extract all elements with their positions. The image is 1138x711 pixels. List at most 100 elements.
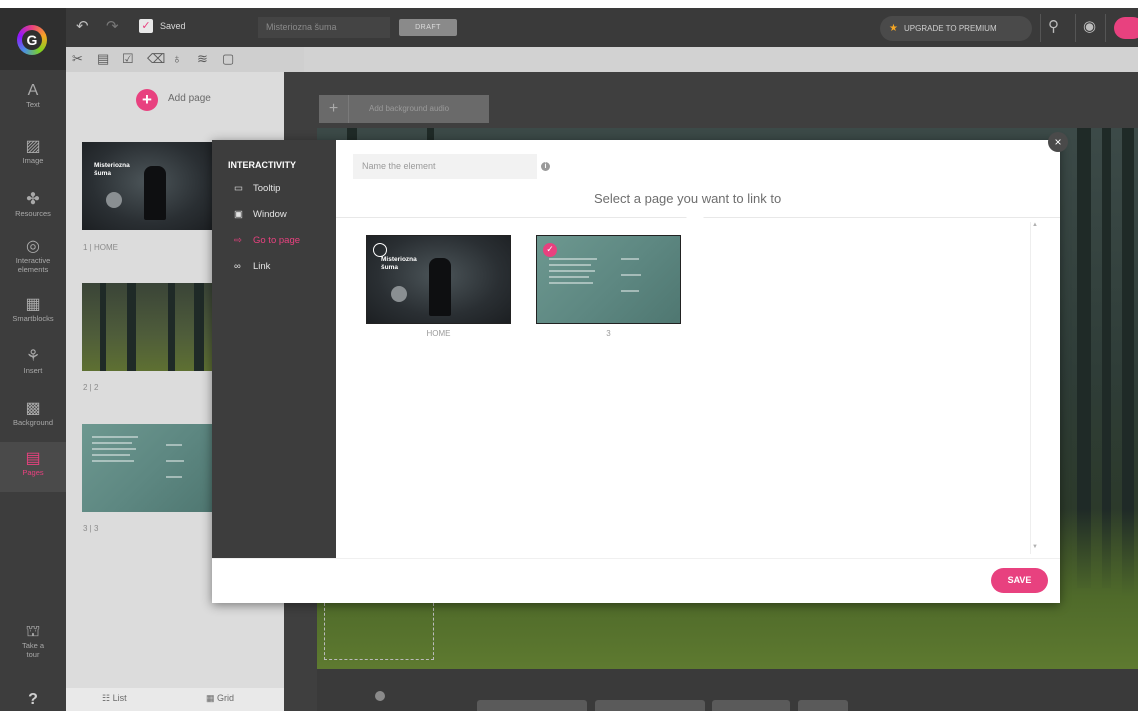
text-line bbox=[92, 436, 138, 438]
hooded-figure bbox=[144, 166, 166, 220]
text-line bbox=[549, 276, 589, 278]
page-navigator[interactable] bbox=[712, 700, 790, 711]
page-thumbnail-2[interactable] bbox=[82, 283, 214, 371]
add-page-icon[interactable]: + bbox=[136, 89, 158, 111]
layers-icon[interactable]: ≋ bbox=[197, 52, 208, 65]
share-user-icon[interactable]: ⚲ bbox=[1048, 19, 1059, 34]
text-line bbox=[549, 270, 595, 272]
menu-item-label: Tooltip bbox=[253, 183, 281, 194]
insert-icon: ⚘ bbox=[25, 348, 41, 365]
menu-item-link[interactable]: ∞ Link bbox=[234, 261, 270, 272]
preview-eye-icon[interactable]: ◉ bbox=[1083, 19, 1096, 34]
add-page-button[interactable]: Add page bbox=[168, 93, 211, 104]
sidebar-item-pages[interactable]: ▤ Pages bbox=[0, 442, 66, 492]
sidebar-item-label: Take a tour bbox=[21, 641, 45, 659]
layout-toggle[interactable] bbox=[798, 700, 848, 711]
help-icon: ? bbox=[28, 691, 38, 708]
scroll-down-icon[interactable]: ▼ bbox=[1032, 544, 1038, 550]
zoom-control[interactable] bbox=[477, 700, 587, 711]
menu-item-label: Link bbox=[253, 261, 271, 272]
sidebar-item-label: Image bbox=[22, 156, 44, 165]
divider bbox=[1105, 14, 1106, 42]
sidebar-item-label: Insert bbox=[23, 366, 43, 375]
left-sidebar: A Text ▨ Image ✤ Resources ◎ Interactive… bbox=[0, 70, 66, 711]
link-icon: ∞ bbox=[234, 261, 241, 272]
help-button[interactable]: ? bbox=[0, 685, 66, 711]
menu-item-label: Go to page bbox=[253, 235, 301, 246]
timeline-handle[interactable] bbox=[375, 691, 385, 701]
tree bbox=[168, 283, 175, 371]
project-title-input[interactable]: Misteriozna šuma bbox=[258, 17, 390, 38]
close-icon[interactable]: × bbox=[1048, 132, 1068, 152]
menu-item-tooltip[interactable]: ▭ Tooltip bbox=[234, 183, 280, 194]
redo-icon[interactable]: ↷ bbox=[106, 19, 119, 34]
menu-item-label: Window bbox=[253, 209, 287, 220]
page-thumbnail-home[interactable]: Misteriozna šuma bbox=[82, 142, 214, 230]
selected-element-box[interactable] bbox=[324, 598, 434, 660]
publish-button[interactable] bbox=[1114, 17, 1138, 39]
sidebar-item-take-tour[interactable]: ⛫ Take a tour bbox=[0, 615, 66, 663]
window-icon: ▣ bbox=[234, 209, 243, 220]
scroll-up-icon[interactable]: ▲ bbox=[1032, 222, 1038, 228]
upgrade-premium-button[interactable]: ★ UPGRADE TO PREMIUM bbox=[880, 16, 1032, 41]
sidebar-item-insert[interactable]: ⚘ Insert bbox=[0, 340, 66, 388]
sidebar-item-label: Smartblocks bbox=[12, 314, 54, 323]
sidebar-item-smartblocks[interactable]: ▦ Smartblocks bbox=[0, 288, 66, 336]
divider bbox=[1040, 14, 1041, 42]
top-toolbar: ↶ ↷ ✓ Saved Misteriozna šuma DRAFT ★ UPG… bbox=[0, 8, 1138, 47]
add-background-audio-button[interactable]: + Add background audio bbox=[319, 95, 489, 123]
cut-icon[interactable]: ✂ bbox=[72, 52, 83, 65]
undo-icon[interactable]: ↶ bbox=[76, 19, 89, 34]
page-thumbnail-title: Misteriozna šuma bbox=[94, 162, 130, 177]
upgrade-premium-label: UPGRADE TO PREMIUM bbox=[904, 24, 997, 33]
hooded-figure bbox=[429, 258, 451, 316]
element-name-input[interactable]: Name the element bbox=[353, 154, 537, 179]
save-button[interactable]: SAVE bbox=[991, 568, 1048, 593]
link-target-label: HOME bbox=[426, 329, 451, 338]
grid-view-label: Grid bbox=[217, 693, 235, 703]
copy-icon[interactable]: ▤ bbox=[97, 52, 109, 65]
page-thumbnail-3[interactable] bbox=[82, 424, 214, 512]
resources-icon: ✤ bbox=[26, 191, 40, 208]
app-logo[interactable]: G bbox=[0, 8, 66, 70]
link-target-page-3[interactable]: ✓ bbox=[536, 235, 681, 324]
interactive-icon: ◎ bbox=[26, 238, 40, 255]
menu-item-window[interactable]: ▣ Window bbox=[234, 209, 287, 220]
sidebar-item-label: Interactive elements bbox=[15, 256, 51, 274]
modal-scrollbar[interactable]: ▲ ▼ bbox=[1030, 222, 1040, 554]
interactivity-menu: INTERACTIVITY ▭ Tooltip ▣ Window ⇨ Go to pa… bbox=[212, 140, 336, 558]
status-badge[interactable]: DRAFT bbox=[399, 19, 457, 36]
sidebar-item-resources[interactable]: ✤ Resources bbox=[0, 183, 66, 231]
radio-selected-icon[interactable]: ✓ bbox=[543, 243, 557, 257]
divider bbox=[1075, 14, 1076, 42]
page-thumbnail-title: Misteriozna šuma bbox=[381, 256, 417, 271]
sidebar-item-interactive-elements[interactable]: ◎ Interactive elements bbox=[0, 230, 66, 282]
duplicate-icon[interactable]: ♁ bbox=[172, 52, 182, 65]
info-icon[interactable]: i bbox=[541, 162, 550, 171]
radio-unselected-icon[interactable] bbox=[373, 243, 387, 257]
view-control[interactable] bbox=[595, 700, 705, 711]
sidebar-item-image[interactable]: ▨ Image bbox=[0, 130, 66, 178]
saved-status: Saved bbox=[160, 21, 186, 31]
divider bbox=[212, 558, 1060, 559]
link-target-label: 3 bbox=[606, 329, 611, 338]
list-view-button[interactable]: ☷ List bbox=[102, 693, 127, 704]
grid-view-button[interactable]: ▦ Grid bbox=[206, 693, 234, 704]
text-line bbox=[549, 258, 597, 260]
plus-icon: + bbox=[319, 95, 349, 123]
edit-toolbar-background bbox=[304, 47, 1138, 72]
tree bbox=[100, 283, 106, 371]
tooltip-icon: ▭ bbox=[234, 183, 243, 194]
link-target-home[interactable]: Misteriozna šuma bbox=[366, 235, 511, 324]
menu-item-go-to-page[interactable]: ⇨ Go to page bbox=[234, 235, 300, 246]
sidebar-item-background[interactable]: ▩ Background bbox=[0, 392, 66, 440]
text-line bbox=[92, 460, 134, 462]
page-icon[interactable]: ▢ bbox=[222, 52, 234, 65]
text-line bbox=[92, 448, 136, 450]
text-line bbox=[549, 282, 593, 284]
delete-icon[interactable]: ⌫ bbox=[147, 52, 165, 65]
logo-letter: G bbox=[22, 30, 42, 50]
sidebar-item-text[interactable]: A Text bbox=[0, 74, 66, 122]
text-line bbox=[549, 264, 591, 266]
paste-icon[interactable]: ☑ bbox=[122, 52, 134, 65]
